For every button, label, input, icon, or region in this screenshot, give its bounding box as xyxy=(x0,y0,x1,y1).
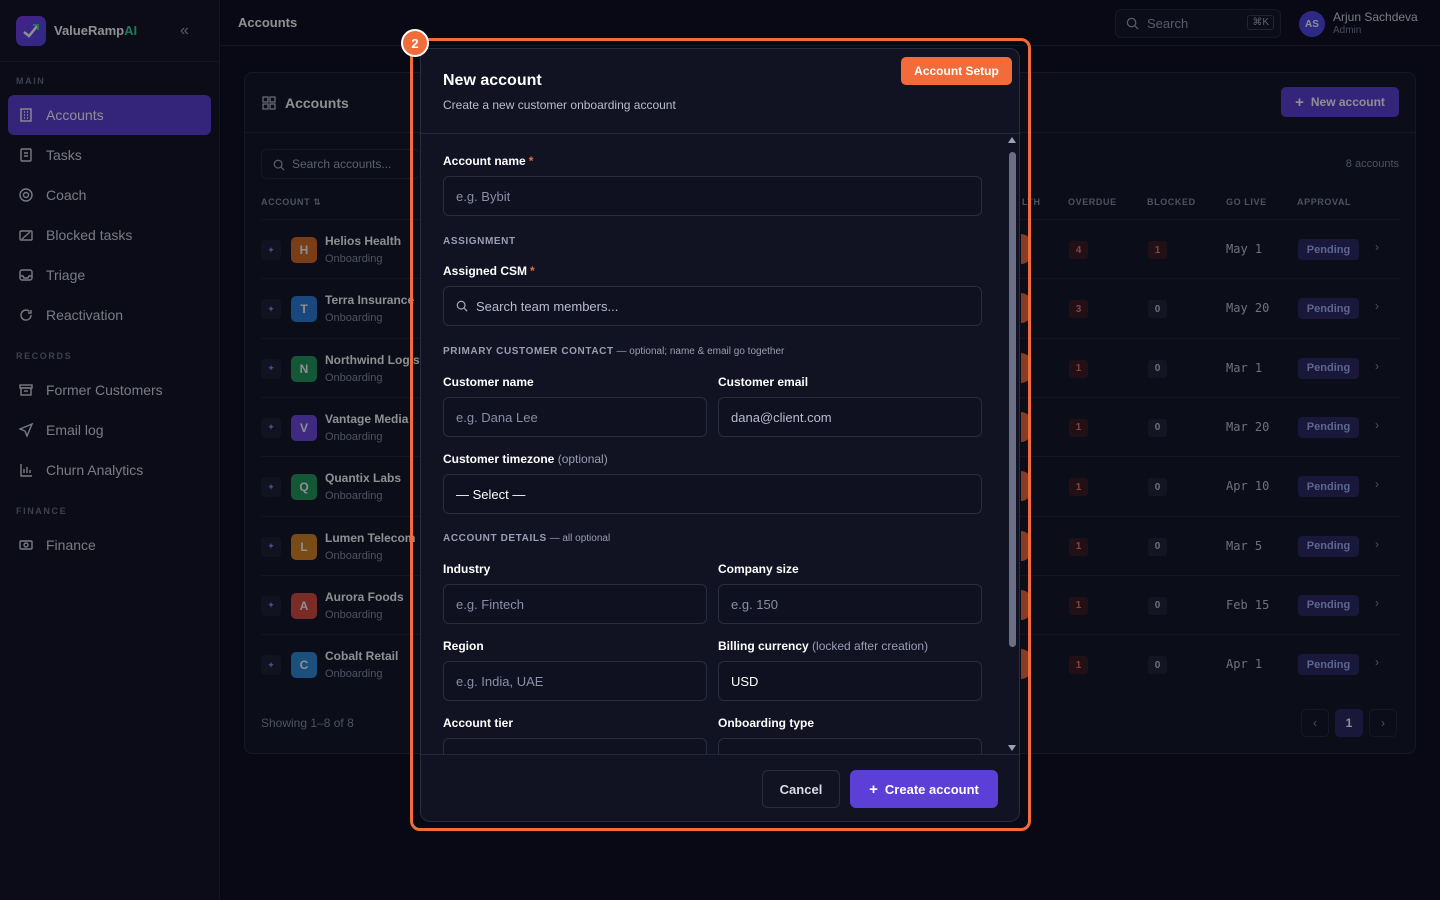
highlight-frame xyxy=(410,38,1031,831)
step-marker: 2 xyxy=(401,29,429,57)
